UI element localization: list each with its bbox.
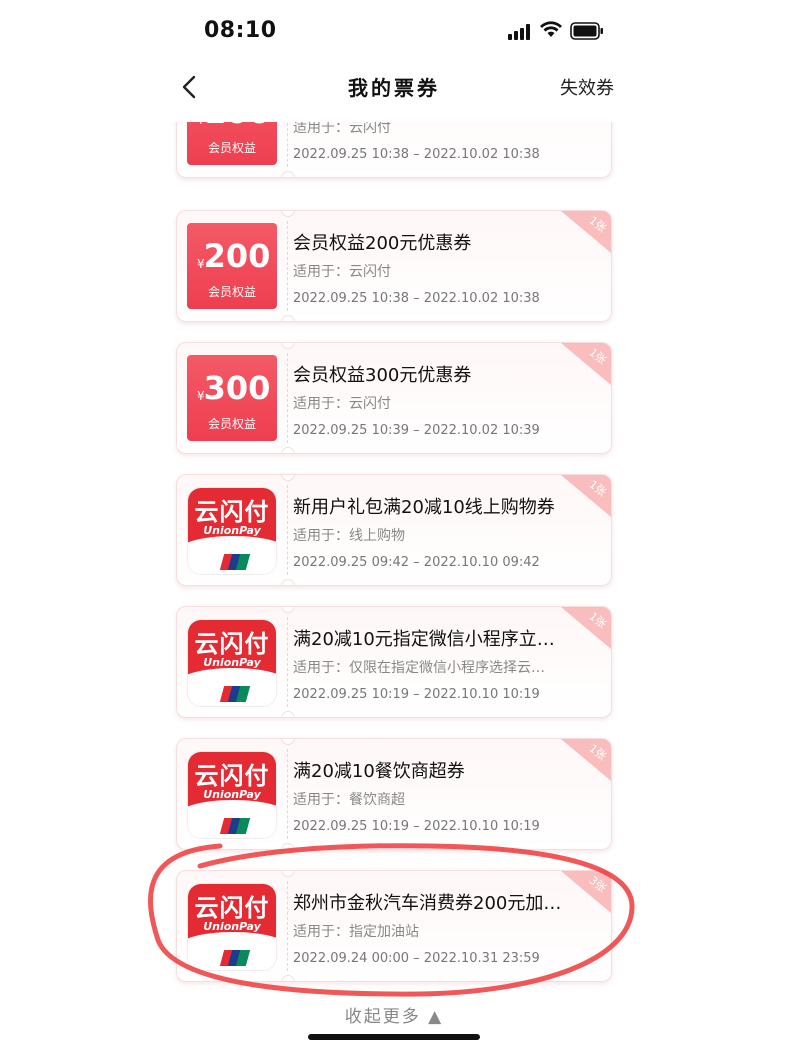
home-indicator xyxy=(308,1034,480,1040)
coupon-title: 满20减10餐饮商超券 xyxy=(293,761,465,782)
coupon-scope: 适用于：云闪付 xyxy=(293,396,391,412)
coupon-amount: 100 xyxy=(187,122,277,131)
coupon-title: 会员权益300元优惠券 xyxy=(293,365,472,386)
coupon-card[interactable]: ¥ 200 会员权益 会员权益200元优惠券 适用于：云闪付 2022.09.2… xyxy=(176,210,612,322)
unionpay-logo: 云闪付 UnionPay xyxy=(187,883,277,971)
collapse-more-button[interactable]: 收起更多 ▲ xyxy=(0,1002,788,1027)
coupon-title: 新用户礼包满20减10线上购物券 xyxy=(293,497,555,518)
coupon-amount: 300 xyxy=(203,369,271,407)
unionpay-logo: 云闪付 UnionPay xyxy=(187,751,277,839)
coupon-amount-badge: ¥ 200 会员权益 xyxy=(187,223,277,309)
wifi-icon xyxy=(540,21,562,37)
coupon-amount: 200 xyxy=(203,237,271,275)
coupon-amount-badge: ¥ 100 会员权益 xyxy=(187,122,277,165)
coupon-validity: 2022.09.25 10:38 – 2022.10.02 10:38 xyxy=(293,291,540,306)
coupon-card[interactable]: 云闪付 UnionPay 满20减10元指定微信小程序立… 适用于：仅限在指定微信… xyxy=(176,606,612,718)
coupon-count-tag: 3张 xyxy=(561,871,611,913)
coupon-title: 会员权益200元优惠券 xyxy=(293,233,472,254)
battery-icon xyxy=(570,22,603,40)
status-time: 08:10 xyxy=(204,18,277,43)
coupon-card[interactable]: 云闪付 UnionPay 郑州市金秋汽车消费券200元加… 适用于：指定加油站 2… xyxy=(176,870,612,982)
coupon-scope: 适用于：线上购物 xyxy=(293,528,405,544)
coupon-validity: 2022.09.25 10:19 – 2022.10.10 10:19 xyxy=(293,819,540,834)
navigation-bar: 我的票券 失效券 xyxy=(0,62,788,110)
coupon-card[interactable]: ¥ 300 会员权益 会员权益300元优惠券 适用于：云闪付 2022.09.2… xyxy=(176,342,612,454)
unionpay-logo: 云闪付 UnionPay xyxy=(187,619,277,707)
cellular-signal-icon xyxy=(508,24,532,40)
coupon-validity: 2022.09.25 09:42 – 2022.10.10 09:42 xyxy=(293,555,540,570)
coupon-count-tag: 1张 xyxy=(561,739,611,781)
coupon-scope: 适用于：指定加油站 xyxy=(293,924,419,940)
coupon-validity: 2022.09.25 10:38 – 2022.10.02 10:38 xyxy=(293,147,540,162)
coupon-validity: 2022.09.25 10:19 – 2022.10.10 10:19 xyxy=(293,687,540,702)
coupon-title: 满20减10元指定微信小程序立… xyxy=(293,629,555,650)
coupon-card[interactable]: ¥ 100 会员权益 适用于：云闪付 2022.09.25 10:38 – 20… xyxy=(176,122,612,178)
status-bar: 08:10 xyxy=(0,0,788,62)
coupon-scope: 适用于：仅限在指定微信小程序选择云… xyxy=(293,660,545,676)
unionpay-logo: 云闪付 UnionPay xyxy=(187,487,277,575)
coupon-list: ¥ 100 会员权益 适用于：云闪付 2022.09.25 10:38 – 20… xyxy=(0,122,788,992)
coupon-scope: 适用于：餐饮商超 xyxy=(293,792,405,808)
coupon-amount-badge: ¥ 300 会员权益 xyxy=(187,355,277,441)
coupon-count-tag: 1张 xyxy=(561,343,611,385)
coupon-badge-label: 会员权益 xyxy=(207,141,256,155)
page-title: 我的票券 xyxy=(348,76,440,100)
coupon-card[interactable]: 云闪付 UnionPay 满20减10餐饮商超券 适用于：餐饮商超 2022.09… xyxy=(176,738,612,850)
coupon-title: 郑州市金秋汽车消费券200元加… xyxy=(293,893,562,914)
coupon-count-tag: 1张 xyxy=(561,475,611,517)
coupon-scope: 适用于：云闪付 xyxy=(293,264,391,280)
coupon-count-tag: 1张 xyxy=(561,607,611,649)
coupon-badge-label: 会员权益 xyxy=(207,417,256,431)
expired-coupons-link[interactable]: 失效券 xyxy=(560,74,614,100)
coupon-validity: 2022.09.24 00:00 – 2022.10.31 23:59 xyxy=(293,951,540,966)
coupon-validity: 2022.09.25 10:39 – 2022.10.02 10:39 xyxy=(293,423,540,438)
coupon-count-tag: 1张 xyxy=(561,211,611,253)
coupon-scope: 适用于：云闪付 xyxy=(293,122,391,136)
coupon-badge-label: 会员权益 xyxy=(207,285,256,299)
coupon-card[interactable]: 云闪付 UnionPay 新用户礼包满20减10线上购物券 适用于：线上购物 20… xyxy=(176,474,612,586)
